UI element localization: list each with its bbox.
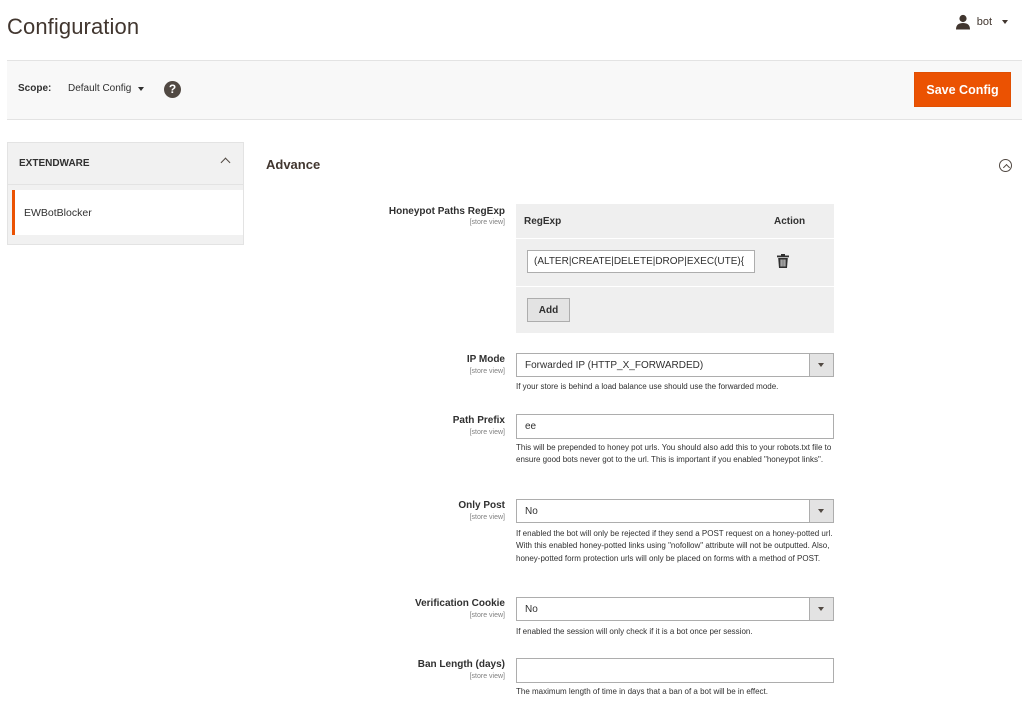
scope-toolbar: Scope: Default Config ? Save Config [7,60,1022,120]
column-header-regexp: RegExp [524,216,562,227]
ip-mode-label: IP Mode [466,354,505,365]
help-icon[interactable]: ? [164,81,181,98]
chevron-down-icon [1002,20,1008,24]
chevron-down-icon [138,86,145,91]
scope-switcher[interactable]: Default Config [68,83,145,94]
chevron-down-icon [818,607,824,611]
ban-length-scope: [store view] [469,673,505,680]
divider [516,286,834,287]
path-prefix-input[interactable]: ee [516,414,834,439]
ip-mode-value: Forwarded IP (HTTP_X_FORWARDED) [525,360,704,371]
only-post-note: If enabled the bot will only be rejected… [516,529,833,563]
verification-cookie-note: If enabled the session will only check i… [516,627,753,636]
trash-icon[interactable] [777,254,789,268]
select-toggle [809,598,833,620]
divider [516,238,834,239]
ip-mode-select[interactable]: Forwarded IP (HTTP_X_FORWARDED) [516,353,834,377]
ban-length-note: The maximum length of time in days that … [516,687,768,696]
path-prefix-note: This will be prepended to honey pot urls… [516,443,832,465]
sidebar-item-label: EWBotBlocker [24,207,92,219]
column-header-action: Action [774,216,806,227]
ban-length-label: Ban Length (days) [417,659,505,670]
only-post-scope: [store view] [469,514,505,521]
verification-cookie-scope: [store view] [469,612,505,619]
ip-mode-note: If your store is behind a load balance u… [516,382,779,391]
page-title: Configuration [7,14,140,39]
section-title-advance[interactable]: Advance [266,157,320,172]
verification-cookie-label: Verification Cookie [414,598,505,609]
sidebar-item-ewbotblocker[interactable]: EWBotBlocker [12,190,243,235]
user-name: bot [976,16,992,28]
scope-value: Default Config [68,83,132,94]
only-post-value: No [525,506,538,517]
add-row-button[interactable]: Add [527,298,570,322]
chevron-down-icon [818,509,824,513]
verification-cookie-value: No [525,604,538,615]
user-account-menu[interactable]: bot [955,14,1008,30]
scope-label: Scope: [18,83,52,94]
ip-mode-scope: [store view] [469,368,505,375]
sidebar-group-extendware[interactable]: EXTENDWARE [8,143,243,185]
chevron-up-icon [220,157,231,168]
user-icon [955,14,970,30]
sidebar-group-label: EXTENDWARE [19,158,90,169]
honeypot-regexp-table: RegExp Action (ALTER|CREATE|DELETE|DROP|… [516,204,834,333]
select-toggle [809,500,833,522]
config-sidebar: EXTENDWARE EWBotBlocker [7,142,244,245]
path-prefix-scope: [store view] [469,429,505,436]
verification-cookie-select[interactable]: No [516,597,834,621]
collapse-icon[interactable] [999,159,1012,172]
regexp-input[interactable]: (ALTER|CREATE|DELETE|DROP|EXEC(UTE){ [527,250,755,273]
ban-length-input[interactable] [516,658,834,683]
chevron-down-icon [818,363,824,367]
only-post-label: Only Post [458,500,505,511]
select-toggle [809,354,833,376]
honeypot-paths-scope: [store view] [469,219,505,226]
only-post-select[interactable]: No [516,499,834,523]
honeypot-paths-label: Honeypot Paths RegExp [388,206,505,217]
save-config-button[interactable]: Save Config [914,72,1011,107]
path-prefix-label: Path Prefix [452,415,505,426]
